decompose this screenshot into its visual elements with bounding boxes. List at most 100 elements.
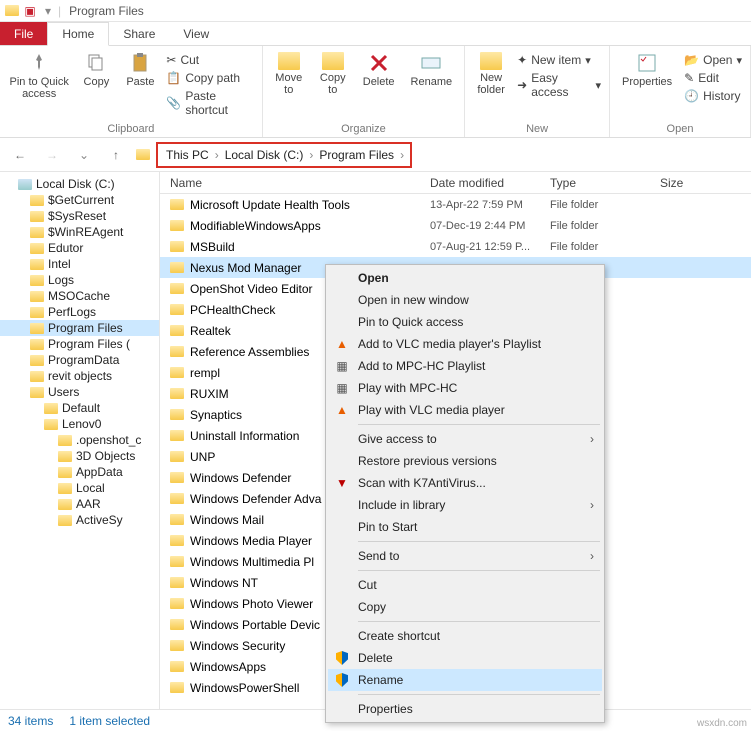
menu-item[interactable]: ▦Play with MPC-HC [328,377,602,399]
tree-node[interactable]: revit objects [0,368,159,384]
menu-item[interactable]: Pin to Quick access [328,311,602,333]
tab-share[interactable]: Share [109,22,169,45]
history-button[interactable]: 🕘History [682,88,744,104]
menu-item[interactable]: Send to [328,545,602,567]
breadcrumb-segment[interactable]: Program Files [317,146,396,164]
edit-button[interactable]: ✎Edit [682,70,744,86]
tree-node[interactable]: $WinREAgent [0,224,159,240]
tree-node[interactable]: $SysReset [0,208,159,224]
qat-dropdown-icon[interactable]: ▾ [40,3,56,19]
forward-button[interactable]: → [40,143,64,167]
copy-to-button[interactable]: Copy to [313,50,353,98]
tree-node[interactable]: Program Files ( [0,336,159,352]
delete-button[interactable]: Delete [357,50,401,98]
menu-item[interactable]: Open [328,267,602,289]
tree-node[interactable]: PerfLogs [0,304,159,320]
file-name: Windows Portable Devic [190,618,320,632]
tree-node[interactable]: Default [0,400,159,416]
k7-icon: ▼ [334,475,350,491]
tree-node[interactable]: Local Disk (C:) [0,176,159,192]
tab-file[interactable]: File [0,22,47,45]
rename-button[interactable]: Rename [405,50,459,98]
pin-icon [29,52,49,74]
tree-node[interactable]: Intel [0,256,159,272]
nav-tree[interactable]: Local Disk (C:)$GetCurrent$SysReset$WinR… [0,172,160,709]
tree-node-label: ProgramData [48,353,119,367]
tree-node-label: revit objects [48,369,112,383]
menu-item[interactable]: ▦Add to MPC-HC Playlist [328,355,602,377]
tree-node-label: $WinREAgent [48,225,123,239]
copy-path-button[interactable]: 📋Copy path [164,70,255,86]
address-breadcrumb[interactable]: This PC › Local Disk (C:) › Program File… [156,142,412,168]
menu-item[interactable]: Open in new window [328,289,602,311]
copy-button[interactable]: Copy [76,50,116,118]
context-menu[interactable]: OpenOpen in new windowPin to Quick acces… [325,264,605,723]
tree-node[interactable]: Edutor [0,240,159,256]
folder-icon [30,355,44,366]
tree-node[interactable]: Logs [0,272,159,288]
tree-node[interactable]: Local [0,480,159,496]
up-button[interactable]: ↑ [104,143,128,167]
folder-icon [170,451,184,462]
recent-dropdown[interactable]: ⌄ [72,143,96,167]
menu-item[interactable]: ▲Play with VLC media player [328,399,602,421]
menu-item[interactable]: ▲Add to VLC media player's Playlist [328,333,602,355]
file-name: PCHealthCheck [190,303,275,317]
menu-item[interactable]: Properties [328,698,602,720]
paste-shortcut-button[interactable]: 📎Paste shortcut [164,88,255,118]
tab-view[interactable]: View [169,22,223,45]
file-row[interactable]: ModifiableWindowsApps07-Dec-19 2:44 PMFi… [160,215,751,236]
easy-access-button[interactable]: ➜Easy access ▾ [515,70,603,100]
menu-item[interactable]: ▼Scan with K7AntiVirus... [328,472,602,494]
history-icon: 🕘 [684,89,699,103]
file-row[interactable]: Microsoft Update Health Tools13-Apr-22 7… [160,194,751,215]
col-date[interactable]: Date modified [430,176,550,190]
menu-item[interactable]: Copy [328,596,602,618]
tree-node[interactable]: AAR [0,496,159,512]
col-name[interactable]: Name [170,176,430,190]
menu-item[interactable]: Create shortcut [328,625,602,647]
menu-item[interactable]: Give access to [328,428,602,450]
folder-icon [58,483,72,494]
menu-item[interactable]: Restore previous versions [328,450,602,472]
new-item-button[interactable]: ✦New item ▾ [515,52,603,68]
tree-node[interactable]: 3D Objects [0,448,159,464]
move-to-button[interactable]: Move to [269,50,309,98]
tree-node[interactable]: .openshot_c [0,432,159,448]
tree-node[interactable]: Program Files [0,320,159,336]
tree-node[interactable]: Lenov0 [0,416,159,432]
pin-to-quick-access-button[interactable]: Pin to Quick access [6,50,72,118]
tree-node[interactable]: $GetCurrent [0,192,159,208]
cut-button[interactable]: ✂Cut [164,52,255,68]
col-size[interactable]: Size [660,176,751,190]
column-headers[interactable]: Name Date modified Type Size [160,172,751,194]
breadcrumb-segment[interactable]: Local Disk (C:) [223,146,306,164]
menu-item[interactable]: Cut [328,574,602,596]
breadcrumb-segment[interactable]: This PC [164,146,211,164]
menu-item[interactable]: Include in library [328,494,602,516]
properties-button[interactable]: Properties [616,50,678,104]
tree-node-label: Local [76,481,105,495]
save-icon[interactable]: ▣ [22,3,38,19]
tab-home[interactable]: Home [47,22,109,46]
back-button[interactable]: ← [8,143,32,167]
file-name: Windows Photo Viewer [190,597,313,611]
folder-icon [30,307,44,318]
tree-node[interactable]: ActiveSy [0,512,159,528]
menu-item[interactable]: Delete [328,647,602,669]
tree-node[interactable]: AppData [0,464,159,480]
new-folder-button[interactable]: New folder [471,50,511,100]
tree-node[interactable]: ProgramData [0,352,159,368]
file-name: Synaptics [190,408,242,422]
menu-item[interactable]: Pin to Start [328,516,602,538]
tree-node[interactable]: MSOCache [0,288,159,304]
new-folder-icon [480,52,502,70]
status-selected-count: 1 item selected [69,714,150,728]
menu-item[interactable]: Rename [328,669,602,691]
file-row[interactable]: MSBuild07-Aug-21 12:59 P...File folder [160,236,751,257]
tree-node[interactable]: Users [0,384,159,400]
open-button[interactable]: 📂Open ▾ [682,52,744,68]
col-type[interactable]: Type [550,176,660,190]
vlc-icon: ▲ [334,336,350,352]
paste-button[interactable]: Paste [120,50,160,118]
